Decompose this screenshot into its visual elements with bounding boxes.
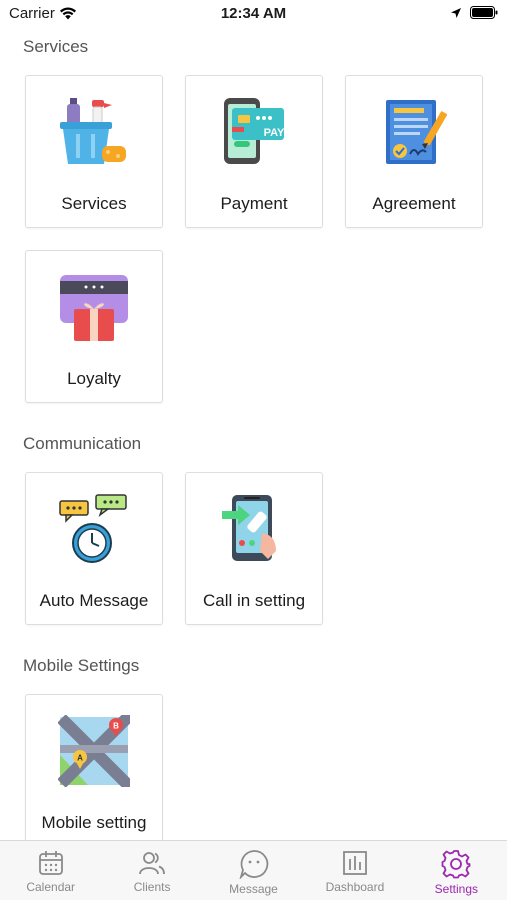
auto-message-clock-icon <box>26 493 162 565</box>
tab-label-clients: Clients <box>133 880 171 894</box>
svg-text:A: A <box>77 754 83 763</box>
svg-text:B: B <box>113 722 119 731</box>
tile-label-agreement: Agreement <box>372 194 456 213</box>
payment-phone-icon: PAY <box>186 96 322 168</box>
tab-calendar[interactable]: Calendar <box>0 841 101 900</box>
tile-label-mobile-setting: Mobile setting <box>41 813 147 832</box>
tile-label-call-in-setting: Call in setting <box>202 591 306 610</box>
section-title-communication: Communication <box>23 434 142 453</box>
tile-label-services: Services <box>61 194 127 213</box>
tile-auto-message[interactable]: Auto Message <box>25 472 163 625</box>
tab-bar: Calendar Clients Message Dashboard Setti… <box>0 840 507 900</box>
tab-settings[interactable]: Settings <box>406 841 507 900</box>
tile-label-loyalty: Loyalty <box>67 369 121 388</box>
clients-icon <box>139 852 166 875</box>
tile-loyalty[interactable]: Loyalty <box>25 250 163 403</box>
map-route-icon: A B <box>26 715 162 787</box>
cleaning-supplies-icon <box>26 96 162 168</box>
dashboard-icon <box>343 851 367 875</box>
pay-text: PAY <box>264 127 285 139</box>
tile-agreement[interactable]: Agreement <box>345 75 483 228</box>
tab-label-settings: Settings <box>434 882 478 896</box>
clock: 12:34 AM <box>220 5 287 22</box>
location-arrow-icon <box>451 7 461 18</box>
gift-card-icon <box>26 271 162 343</box>
status-right <box>450 6 498 19</box>
tab-label-dashboard: Dashboard <box>325 880 385 894</box>
tab-message[interactable]: Message <box>203 841 304 900</box>
incoming-call-phone-icon <box>186 493 322 565</box>
tile-payment[interactable]: PAY Payment <box>185 75 323 228</box>
tile-mobile-setting[interactable]: A B Mobile setting <box>25 694 163 840</box>
tab-clients[interactable]: Clients <box>101 841 202 900</box>
tab-dashboard[interactable]: Dashboard <box>304 841 405 900</box>
contract-icon <box>346 96 482 168</box>
settings-content[interactable]: Services Services PAY Payment Agreement … <box>0 30 507 840</box>
tile-label-auto-message: Auto Message <box>39 591 149 610</box>
tab-label-calendar: Calendar <box>26 880 76 894</box>
settings-icon <box>441 850 471 879</box>
calendar-icon <box>38 851 63 875</box>
battery-icon <box>470 6 498 19</box>
status-bar: Carrier 12:34 AM <box>0 0 507 30</box>
tile-label-payment: Payment <box>220 194 288 213</box>
tile-services[interactable]: Services <box>25 75 163 228</box>
tab-label-message: Message <box>229 882 278 896</box>
section-title-services: Services <box>23 37 89 56</box>
section-title-mobile-settings: Mobile Settings <box>23 656 140 675</box>
tile-call-in-setting[interactable]: Call in setting <box>185 472 323 625</box>
message-icon <box>239 850 268 879</box>
